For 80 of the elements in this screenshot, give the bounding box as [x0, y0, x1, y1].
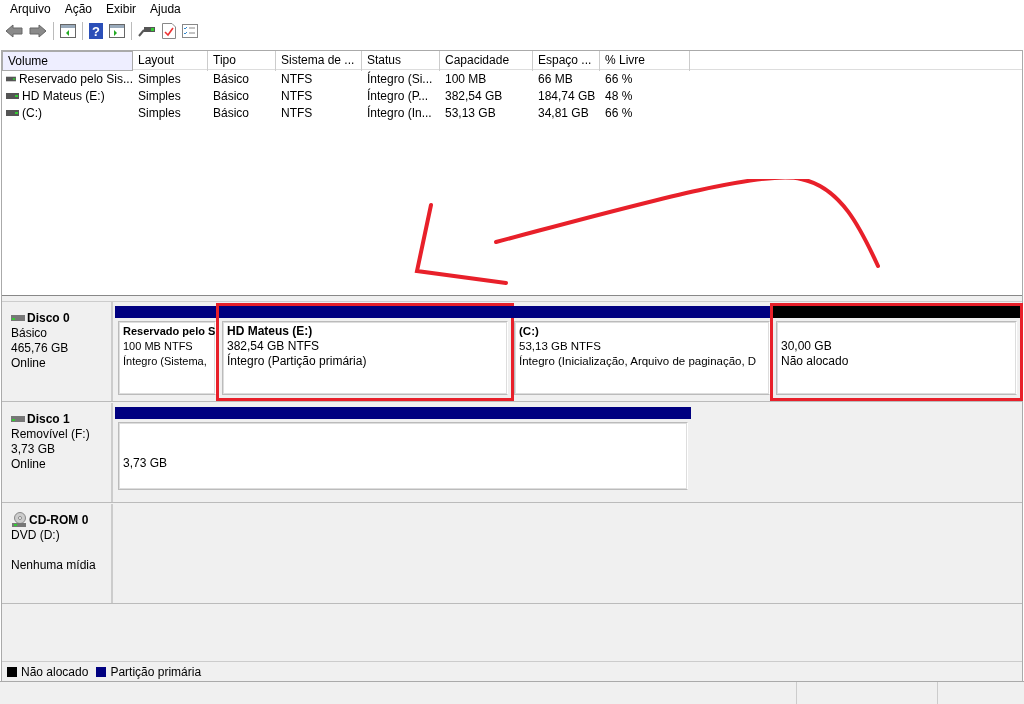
- table-cell: Íntegro (In...: [367, 105, 432, 120]
- disk-detail: Removível (F:): [11, 427, 91, 442]
- plug-icon[interactable]: [138, 24, 156, 38]
- menu-item[interactable]: Arquivo: [3, 2, 58, 16]
- partition-status: Não alocado: [781, 354, 850, 369]
- partition-box[interactable]: HD Mateus (E:) 382,54 GB NTFS Íntegro (Partição primária): [222, 321, 508, 395]
- table-cell: Básico: [213, 105, 250, 120]
- disk-name: CD-ROM 0: [29, 512, 89, 528]
- table-cell: Simples: [138, 88, 181, 103]
- table-cell: Reservado pelo Sis...: [18, 71, 133, 86]
- disk-detail: 3,73 GB: [11, 442, 57, 457]
- legend-label: Não alocado: [21, 664, 89, 679]
- column-header[interactable]: Volume: [2, 51, 133, 71]
- disk-detail: Básico: [11, 326, 49, 341]
- drive-icon: [6, 92, 19, 99]
- back-icon[interactable]: [5, 24, 23, 38]
- column-header[interactable]: Layout: [133, 51, 208, 71]
- disk-detail: Online: [11, 457, 47, 472]
- help-icon[interactable]: ?: [89, 23, 103, 39]
- checklist-icon[interactable]: [182, 24, 198, 38]
- table-cell: 100 MB: [445, 71, 487, 86]
- table-cell: 48 %: [605, 88, 633, 103]
- partition-box[interactable]: 30,00 GB Não alocado: [776, 321, 1017, 395]
- partition-box[interactable]: (C:) 53,13 GB NTFS Íntegro (Inicialização, Arquivo de paginação, D: [514, 321, 770, 395]
- panel-icon[interactable]: [109, 24, 125, 38]
- drive-icon: [6, 75, 16, 82]
- disk-detail: Nenhuma mídia: [11, 558, 97, 573]
- table-cell: 184,74 GB: [538, 88, 596, 103]
- table-cell: Simples: [138, 71, 181, 86]
- table-cell: 382,54 GB: [445, 88, 503, 103]
- panel-icon[interactable]: [60, 24, 76, 38]
- column-header[interactable]: Capacidade: [440, 51, 533, 71]
- table-cell: 66 MB: [538, 71, 573, 86]
- legend-label: Partição primária: [110, 664, 202, 679]
- table-cell: NTFS: [281, 71, 313, 86]
- disk-detail: 465,76 GB: [11, 341, 70, 356]
- table-cell: Íntegro (P...: [367, 88, 429, 103]
- table-cell: 34,81 GB: [538, 105, 589, 120]
- partition-name: Reservado pelo S: [123, 324, 214, 339]
- table-cell: 53,13 GB: [445, 105, 496, 120]
- partition-size: 100 MB NTFS: [123, 339, 194, 354]
- partition-size: 53,13 GB NTFS: [519, 339, 602, 354]
- column-header[interactable]: Sistema de ...: [276, 51, 362, 71]
- partition-status: Íntegro (Partição primária): [227, 354, 368, 369]
- partition-box[interactable]: 3,73 GB: [118, 422, 688, 490]
- partition-size: 30,00 GB: [781, 339, 833, 354]
- drive-icon: [11, 315, 25, 321]
- column-header[interactable]: % Livre: [600, 51, 690, 71]
- table-cell: HD Mateus (E:): [22, 88, 105, 103]
- disk-detail: Online: [11, 356, 47, 371]
- menu-item[interactable]: Ação: [57, 2, 100, 16]
- partition-box[interactable]: Reservado pelo S 100 MB NTFS Íntegro (Sistema,: [118, 321, 216, 395]
- table-cell: (C:): [22, 105, 42, 120]
- partition-size: 382,54 GB NTFS: [227, 339, 321, 353]
- forward-icon[interactable]: [29, 24, 47, 38]
- table-cell: NTFS: [281, 88, 313, 103]
- table-cell: 66 %: [605, 71, 633, 86]
- drive-icon: [6, 109, 19, 116]
- table-cell: Simples: [138, 105, 181, 120]
- column-header[interactable]: Espaço ...: [533, 51, 600, 71]
- table-cell: 66 %: [605, 105, 633, 120]
- disk-name: Disco 0: [27, 310, 70, 326]
- partition-name: HD Mateus (E:): [227, 324, 314, 339]
- disc-drive-icon: [11, 512, 27, 528]
- table-cell: Básico: [213, 71, 250, 86]
- partition-size: 3,73 GB: [123, 456, 169, 471]
- menu-item[interactable]: Ajuda: [143, 2, 188, 16]
- partition-status: Íntegro (Inicialização, Arquivo de paginação, D: [519, 354, 758, 369]
- checked-document-icon[interactable]: [162, 23, 176, 39]
- table-cell: Básico: [213, 88, 250, 103]
- table-cell: Íntegro (Si...: [367, 71, 433, 86]
- partition-status: Íntegro (Sistema,: [123, 354, 208, 369]
- column-header[interactable]: Status: [362, 51, 440, 71]
- table-cell: NTFS: [281, 105, 313, 120]
- partition-name: (C:): [519, 324, 540, 339]
- column-header[interactable]: Tipo: [208, 51, 276, 71]
- drive-icon: [11, 416, 25, 422]
- disk-name: Disco 1: [27, 411, 70, 427]
- menu-item[interactable]: Exibir: [99, 2, 144, 16]
- disk-detail: DVD (D:): [11, 528, 61, 543]
